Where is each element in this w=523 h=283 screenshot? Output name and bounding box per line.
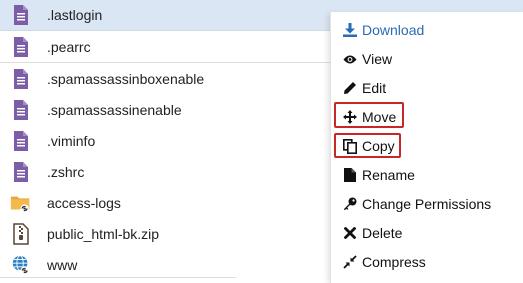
folder-link-icon [10,191,32,215]
text-file-icon [10,98,32,122]
file-name[interactable]: .zshrc [47,164,84,180]
row-divider [0,277,236,278]
menu-item-label: View [362,51,393,67]
menu-item-label: Download [362,22,425,38]
key-icon [343,197,357,211]
globe-link-icon [10,253,32,277]
menu-item-edit[interactable]: Edit [343,76,386,100]
file-name[interactable]: .viminfo [47,133,95,149]
menu-item-compress[interactable]: Compress [343,250,426,274]
menu-item-label: Edit [362,80,387,96]
eye-icon [343,52,357,66]
text-file-icon [10,35,32,59]
menu-item-label: Compress [362,254,426,270]
context-menu: Download View Edit Move Copy Rename Chan… [330,12,523,283]
file-name[interactable]: .spamassassinboxenable [47,71,204,87]
download-icon [343,23,357,37]
menu-item-download[interactable]: Download [343,18,424,42]
text-file-icon [10,67,32,91]
menu-item-label: Change Permissions [362,196,492,212]
zip-file-icon [10,222,32,246]
file-name[interactable]: .pearrc [47,39,91,55]
menu-item-label: Delete [362,225,403,241]
menu-item-rename[interactable]: Rename [343,163,415,187]
file-name[interactable]: .lastlogin [47,7,102,23]
menu-item-delete[interactable]: Delete [343,221,402,245]
menu-item-label: Rename [362,167,415,183]
move-highlight-box [334,102,404,128]
file-name[interactable]: access-logs [47,195,121,211]
compress-icon [343,255,357,269]
copy-highlight-box [334,133,401,158]
file-name[interactable]: www [47,257,77,273]
file-name[interactable]: .spamassassinenable [47,102,182,118]
file-icon [343,168,357,182]
text-file-icon [10,129,32,153]
menu-item-change-permissions[interactable]: Change Permissions [343,192,491,216]
text-file-icon [10,160,32,184]
x-icon [343,226,357,240]
text-file-icon [10,3,32,27]
pencil-icon [343,81,357,95]
menu-item-view[interactable]: View [343,47,392,71]
file-name[interactable]: public_html-bk.zip [47,226,159,242]
